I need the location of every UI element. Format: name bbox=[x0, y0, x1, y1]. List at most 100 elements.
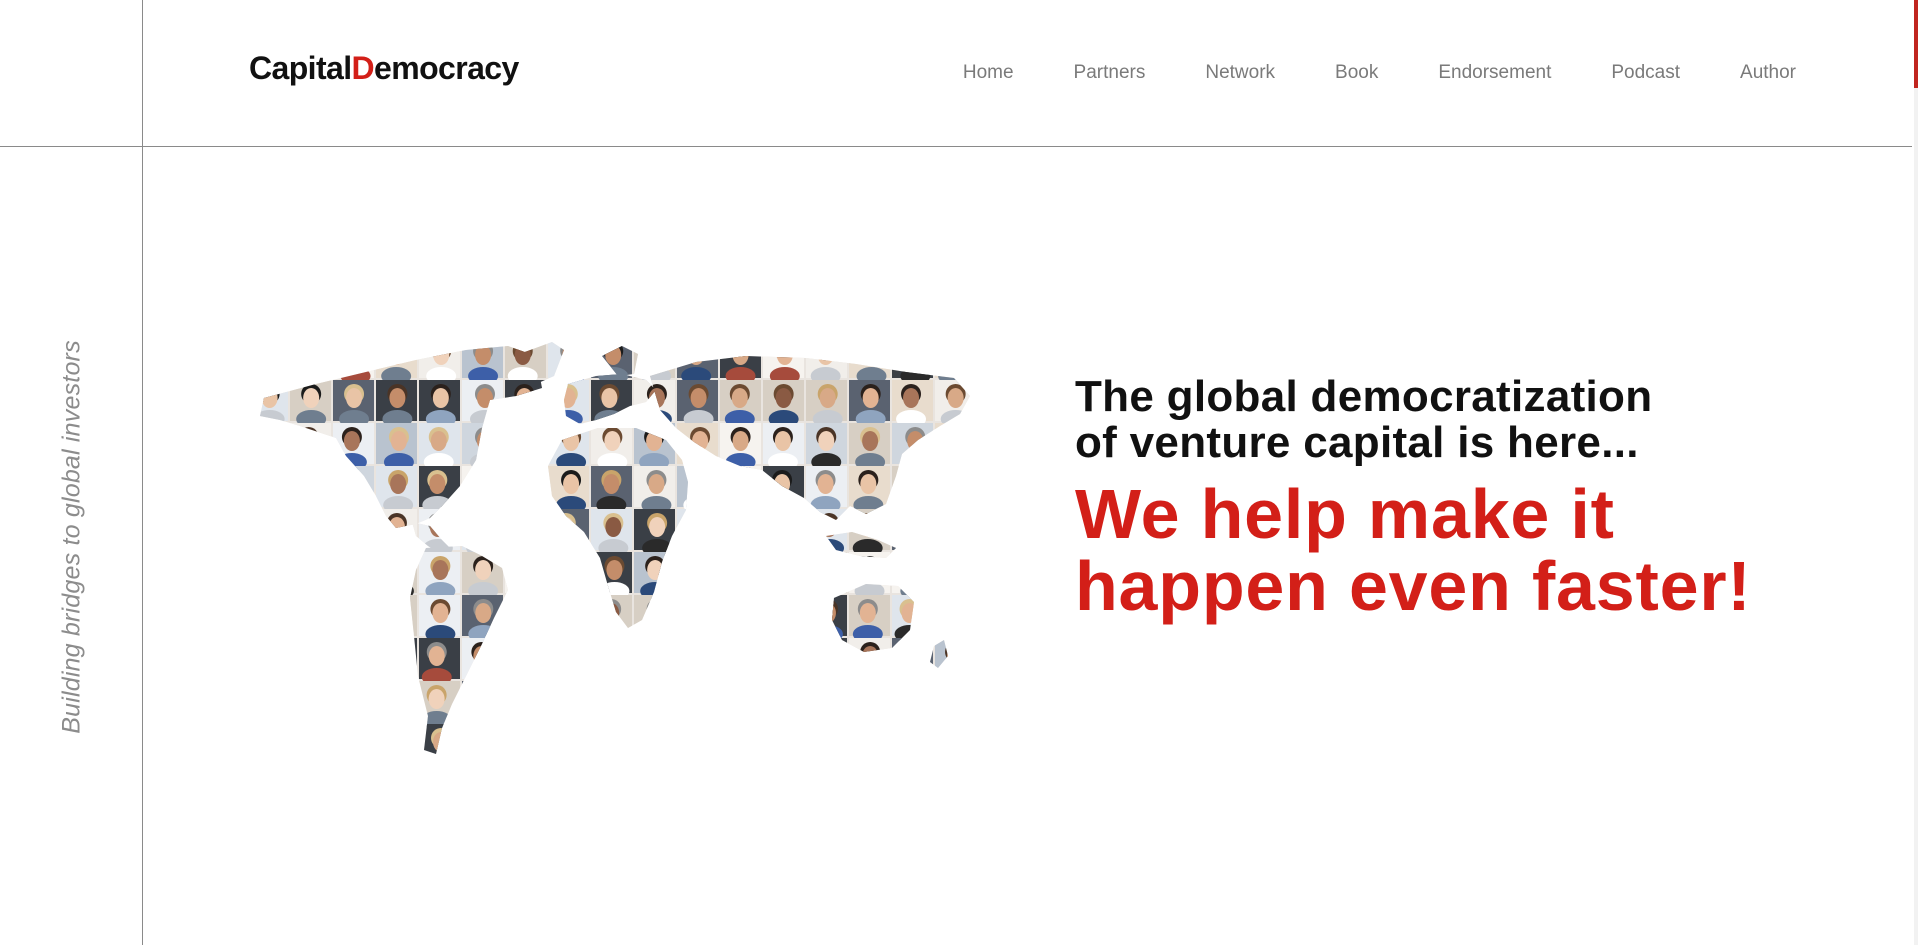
portrait-tile bbox=[376, 595, 417, 643]
portrait-tile bbox=[548, 342, 589, 385]
header-divider bbox=[0, 146, 1912, 147]
portrait-tile bbox=[376, 552, 417, 600]
portrait-tile bbox=[892, 724, 933, 754]
portrait-tile bbox=[849, 509, 890, 557]
portrait-tile bbox=[849, 595, 890, 643]
nav-item-network[interactable]: Network bbox=[1205, 62, 1275, 84]
portrait-tile bbox=[260, 724, 288, 754]
portrait-tile bbox=[290, 423, 331, 471]
portrait-tile bbox=[333, 638, 374, 686]
portrait-tile bbox=[935, 724, 970, 754]
portrait-tile bbox=[677, 767, 718, 768]
portrait-tile bbox=[935, 380, 970, 428]
world-map-icon bbox=[260, 342, 970, 768]
portrait-tile bbox=[419, 423, 460, 471]
portrait-tile bbox=[290, 342, 331, 385]
nav-item-partners[interactable]: Partners bbox=[1074, 62, 1146, 84]
site-logo[interactable]: CapitalDemocracy bbox=[249, 50, 519, 87]
portrait-tile bbox=[462, 638, 503, 686]
portrait-tile bbox=[806, 767, 847, 768]
portrait-tile bbox=[892, 466, 933, 514]
portrait-tile bbox=[260, 423, 288, 471]
portrait-tile bbox=[505, 342, 546, 385]
portrait-tile bbox=[548, 724, 589, 754]
portrait-tile bbox=[677, 342, 718, 385]
scrollbar-thumb[interactable] bbox=[1914, 0, 1918, 88]
portrait-tile bbox=[260, 681, 288, 729]
portrait-tile bbox=[806, 638, 847, 686]
portrait-tile bbox=[935, 595, 970, 643]
nav-item-home[interactable]: Home bbox=[963, 62, 1014, 84]
portrait-tile bbox=[462, 724, 503, 754]
portrait-tile bbox=[720, 423, 761, 471]
portrait-tile bbox=[462, 342, 503, 385]
portrait-tile bbox=[677, 724, 718, 754]
portrait-tile bbox=[333, 509, 374, 557]
portrait-tile bbox=[333, 552, 374, 600]
portrait-tile bbox=[376, 638, 417, 686]
portrait-tile bbox=[548, 595, 589, 643]
portrait-tile bbox=[849, 342, 890, 385]
portrait-tile bbox=[505, 423, 546, 471]
portrait-tile bbox=[806, 552, 847, 600]
portrait-tile bbox=[634, 423, 675, 471]
portrait-tile bbox=[505, 380, 546, 428]
nav-item-podcast[interactable]: Podcast bbox=[1611, 62, 1680, 84]
hero-subheading: The global democratization of venture ca… bbox=[1075, 374, 1715, 466]
portrait-tile bbox=[591, 595, 632, 643]
portrait-tile bbox=[720, 466, 761, 514]
portrait-tile bbox=[763, 638, 804, 686]
portrait-tile bbox=[677, 595, 718, 643]
portrait-tile bbox=[892, 595, 933, 643]
portrait-tile bbox=[591, 767, 632, 768]
portrait-tile bbox=[548, 681, 589, 729]
portrait-tile bbox=[548, 423, 589, 471]
portrait-tile bbox=[260, 552, 288, 600]
nav-item-author[interactable]: Author bbox=[1740, 62, 1796, 84]
portrait-tile bbox=[376, 342, 417, 385]
portrait-tile bbox=[260, 342, 288, 385]
portrait-tile bbox=[935, 423, 970, 471]
portrait-tile bbox=[634, 595, 675, 643]
hero-headline-line2: happen even faster! bbox=[1075, 547, 1752, 625]
portrait-tile bbox=[849, 552, 890, 600]
portrait-tile bbox=[505, 724, 546, 754]
portrait-tile bbox=[462, 767, 503, 768]
portrait-tile bbox=[591, 380, 632, 428]
portrait-tile bbox=[806, 724, 847, 754]
portrait-tile bbox=[892, 509, 933, 557]
portrait-tile bbox=[763, 509, 804, 557]
portrait-tile bbox=[892, 767, 933, 768]
portrait-tile bbox=[935, 466, 970, 514]
portrait-tile bbox=[333, 724, 374, 754]
portrait-tile bbox=[634, 724, 675, 754]
portrait-tile bbox=[677, 380, 718, 428]
portrait-tile bbox=[591, 509, 632, 557]
nav-item-book[interactable]: Book bbox=[1335, 62, 1378, 84]
portrait-tile bbox=[677, 466, 718, 514]
portrait-tile bbox=[892, 552, 933, 600]
portrait-tile bbox=[548, 509, 589, 557]
portrait-tile bbox=[505, 466, 546, 514]
portrait-tile bbox=[290, 638, 331, 686]
portrait-tile bbox=[763, 380, 804, 428]
nav-item-endorsement[interactable]: Endorsement bbox=[1438, 62, 1551, 84]
portrait-tile bbox=[260, 380, 288, 428]
portrait-tile bbox=[419, 509, 460, 557]
scrollbar-track[interactable] bbox=[1914, 0, 1918, 945]
portrait-tile bbox=[720, 767, 761, 768]
portrait-tile bbox=[892, 380, 933, 428]
portrait-tile bbox=[634, 767, 675, 768]
hero-headline-line1: We help make it bbox=[1075, 475, 1615, 553]
portrait-tile bbox=[462, 595, 503, 643]
portrait-tile bbox=[505, 638, 546, 686]
portrait-tile bbox=[376, 509, 417, 557]
portrait-tile bbox=[260, 595, 288, 643]
portrait-tile bbox=[677, 509, 718, 557]
portrait-tile bbox=[548, 552, 589, 600]
world-map-collage bbox=[246, 336, 976, 768]
portrait-tile bbox=[720, 380, 761, 428]
portrait-tile bbox=[462, 552, 503, 600]
portrait-tile bbox=[376, 681, 417, 729]
portrait-tile bbox=[290, 466, 331, 514]
